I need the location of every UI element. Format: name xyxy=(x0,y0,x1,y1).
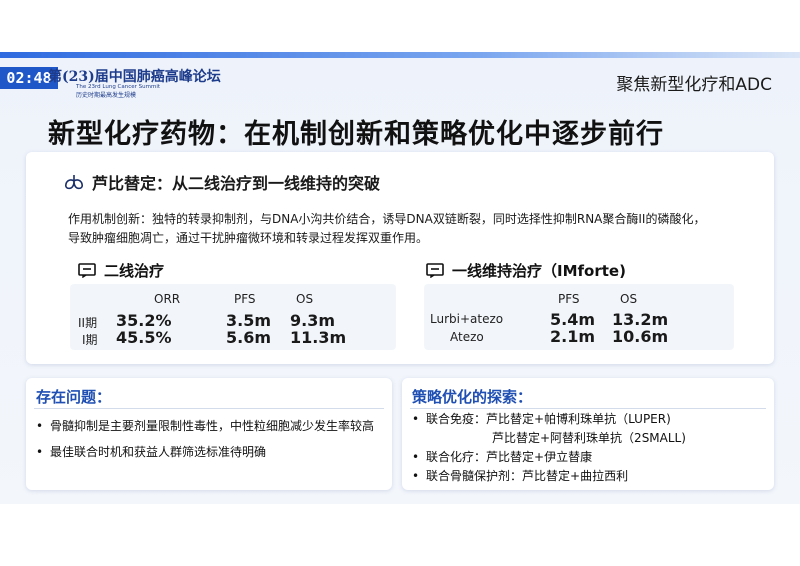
first-line-title: 一线维持治疗（IMforte) xyxy=(426,260,626,281)
logo-sub-text: 历史时期最高发生规模 xyxy=(76,92,137,99)
row-label: Atezo xyxy=(450,330,484,344)
list-item: • 联合骨髓保护剂： 芦比替定+曲拉西利 xyxy=(412,467,768,486)
chat-box-icon xyxy=(426,263,444,278)
bullet-icon: • xyxy=(36,445,44,459)
bullet-icon: • xyxy=(36,419,44,433)
row-label: II期 xyxy=(78,316,98,330)
cell-value: 2.1m xyxy=(550,327,596,346)
strategy-detail: 芦比替定+阿替利珠单抗（2SMALL) xyxy=(492,431,686,445)
second-line-title: 二线治疗 xyxy=(78,260,164,281)
list-item: • 骨髓抑制是主要剂量限制性毒性，中性粒细胞减少发生率较高 xyxy=(36,416,386,437)
strategy-label: 联合化疗： xyxy=(426,450,487,464)
card-heading-text: 芦比替定：从二线治疗到一线维持的突破 xyxy=(92,174,381,193)
lurbinectedin-card: 芦比替定：从二线治疗到一线维持的突破 作用机制创新：独特的转录抑制剂，与DNA小… xyxy=(26,152,774,364)
chat-box-icon xyxy=(78,263,96,278)
first-line-table: PFS OS Lurbi+atezo 5.4m 13.2m Atezo 2.1m… xyxy=(424,284,734,350)
summit-logo: 第(23)届中国肺癌高峰论坛 The 23rd Lung Cancer Summ… xyxy=(48,66,221,100)
section-label: 聚焦新型化疗和ADC xyxy=(616,75,772,95)
lung-icon xyxy=(65,175,83,190)
strategy-label: 联合免疫： xyxy=(426,412,487,426)
cell-value: 45.5% xyxy=(116,328,172,347)
strategy-title: 策略优化的探索： xyxy=(412,388,533,406)
row-label: Lurbi+atezo xyxy=(430,312,504,326)
header-orr: ORR xyxy=(154,292,181,306)
divider xyxy=(410,408,766,409)
card-heading: 芦比替定：从二线治疗到一线维持的突破 xyxy=(64,170,380,194)
cell-value: 11.3m xyxy=(290,328,347,347)
second-line-title-text: 二线治疗 xyxy=(104,262,165,280)
bullet-icon: • xyxy=(412,450,420,464)
strategy-label: 联合骨髓保护剂： xyxy=(426,469,523,483)
problems-title: 存在问题： xyxy=(36,388,112,406)
bullet-icon: • xyxy=(412,469,420,483)
strategy-detail: 芦比替定+帕博利珠单抗（LUPER) xyxy=(486,412,671,426)
second-line-table: ORR PFS OS II期 35.2% 3.5m 9.3m I期 45.5% … xyxy=(70,284,396,350)
problems-card: 存在问题： • 骨髓抑制是主要剂量限制性毒性，中性粒细胞减少发生率较高 • 最佳… xyxy=(26,378,392,490)
list-item: • 最佳联合时机和获益人群筛选标准待明确 xyxy=(36,442,386,463)
header-pfs: PFS xyxy=(234,292,256,306)
strategy-list: • 联合免疫： 芦比替定+帕博利珠单抗（LUPER) 芦比替定+阿替利珠单抗（2… xyxy=(412,410,768,486)
list-item-continued: 芦比替定+阿替利珠单抗（2SMALL) xyxy=(412,429,768,448)
list-item: • 联合化疗： 芦比替定+伊立替康 xyxy=(412,448,768,467)
slide-title: 新型化疗药物：在机制创新和策略优化中逐步前行 xyxy=(48,119,664,150)
bullet-icon: • xyxy=(412,412,420,426)
first-line-title-text: 一线维持治疗（IMforte) xyxy=(452,262,626,280)
divider xyxy=(34,408,384,409)
logo-main-text: 第(23)届中国肺癌高峰论坛 xyxy=(48,69,221,85)
list-item-text: 骨髓抑制是主要剂量限制性毒性，中性粒细胞减少发生率较高 xyxy=(50,419,375,433)
problems-list: • 骨髓抑制是主要剂量限制性毒性，中性粒细胞减少发生率较高 • 最佳联合时机和获… xyxy=(36,416,386,463)
top-accent-strip xyxy=(0,52,800,58)
header-os: OS xyxy=(296,292,314,306)
list-item-text: 最佳联合时机和获益人群筛选标准待明确 xyxy=(50,445,267,459)
mechanism-text: 作用机制创新：独特的转录抑制剂，与DNA小沟共价结合，诱导DNA双链断裂，同时选… xyxy=(68,212,706,245)
strategy-detail: 芦比替定+曲拉西利 xyxy=(522,469,629,483)
strategy-detail: 芦比替定+伊立替康 xyxy=(486,450,593,464)
header-pfs: PFS xyxy=(558,292,580,306)
list-item: • 联合免疫： 芦比替定+帕博利珠单抗（LUPER) xyxy=(412,410,768,429)
cell-value: 5.6m xyxy=(226,328,272,347)
cell-value: 10.6m xyxy=(612,327,669,346)
header-os: OS xyxy=(620,292,638,306)
row-label: I期 xyxy=(82,333,98,347)
strategy-card: 策略优化的探索： • 联合免疫： 芦比替定+帕博利珠单抗（LUPER) 芦比替定… xyxy=(402,378,774,490)
